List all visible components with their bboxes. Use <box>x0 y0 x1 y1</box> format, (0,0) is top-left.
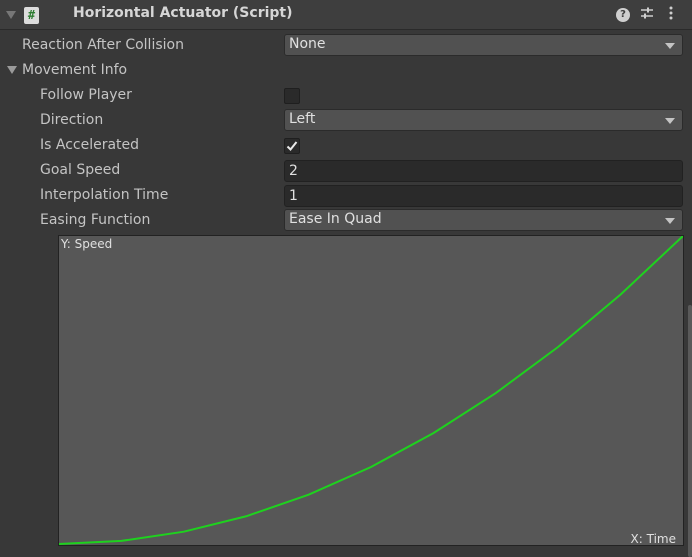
component-title: Horizontal Actuator (Script) <box>73 5 293 21</box>
goal-speed-label: Goal Speed <box>40 162 121 178</box>
movement-info-label[interactable]: Movement Info <box>22 62 127 78</box>
interpolation-time-label: Interpolation Time <box>40 187 169 203</box>
x-axis-label: X: Time <box>630 532 676 546</box>
chevron-down-icon <box>665 118 675 124</box>
component-foldout-arrow-icon[interactable] <box>6 11 16 19</box>
reaction-after-collision-label: Reaction After Collision <box>22 37 184 53</box>
reaction-after-collision-dropdown[interactable]: None <box>284 34 683 56</box>
follow-player-checkbox[interactable] <box>284 88 300 104</box>
reaction-after-collision-value: None <box>289 36 326 52</box>
inspector-scrollbar[interactable] <box>688 305 692 557</box>
chevron-down-icon <box>665 218 675 224</box>
is-accelerated-checkbox[interactable] <box>284 138 300 154</box>
direction-dropdown[interactable]: Left <box>284 109 683 131</box>
interpolation-time-value: 1 <box>289 188 298 204</box>
direction-value: Left <box>289 111 316 127</box>
is-accelerated-label: Is Accelerated <box>40 137 140 153</box>
follow-player-label: Follow Player <box>40 87 132 103</box>
easing-function-value: Ease In Quad <box>289 211 382 227</box>
script-icon: # <box>24 7 39 24</box>
easing-function-dropdown[interactable]: Ease In Quad <box>284 209 683 231</box>
y-axis-label: Y: Speed <box>61 237 113 251</box>
presets-icon[interactable] <box>640 6 654 26</box>
component-header[interactable]: # Horizontal Actuator (Script) ? <box>0 0 692 30</box>
direction-label: Direction <box>40 112 104 128</box>
goal-speed-value: 2 <box>289 163 298 179</box>
help-icon[interactable]: ? <box>616 8 630 22</box>
goal-speed-input[interactable]: 2 <box>284 160 683 182</box>
easing-curve-plot <box>59 236 683 545</box>
kebab-menu-icon[interactable] <box>668 6 674 26</box>
chevron-down-icon <box>665 43 675 49</box>
easing-function-label: Easing Function <box>40 212 151 228</box>
checkmark-icon <box>286 141 298 151</box>
interpolation-time-input[interactable]: 1 <box>284 185 683 207</box>
curve-series-0 <box>59 236 683 545</box>
easing-curve-preview[interactable]: Y: Speed X: Time <box>58 235 684 546</box>
movement-info-foldout-arrow-icon[interactable] <box>7 66 17 74</box>
